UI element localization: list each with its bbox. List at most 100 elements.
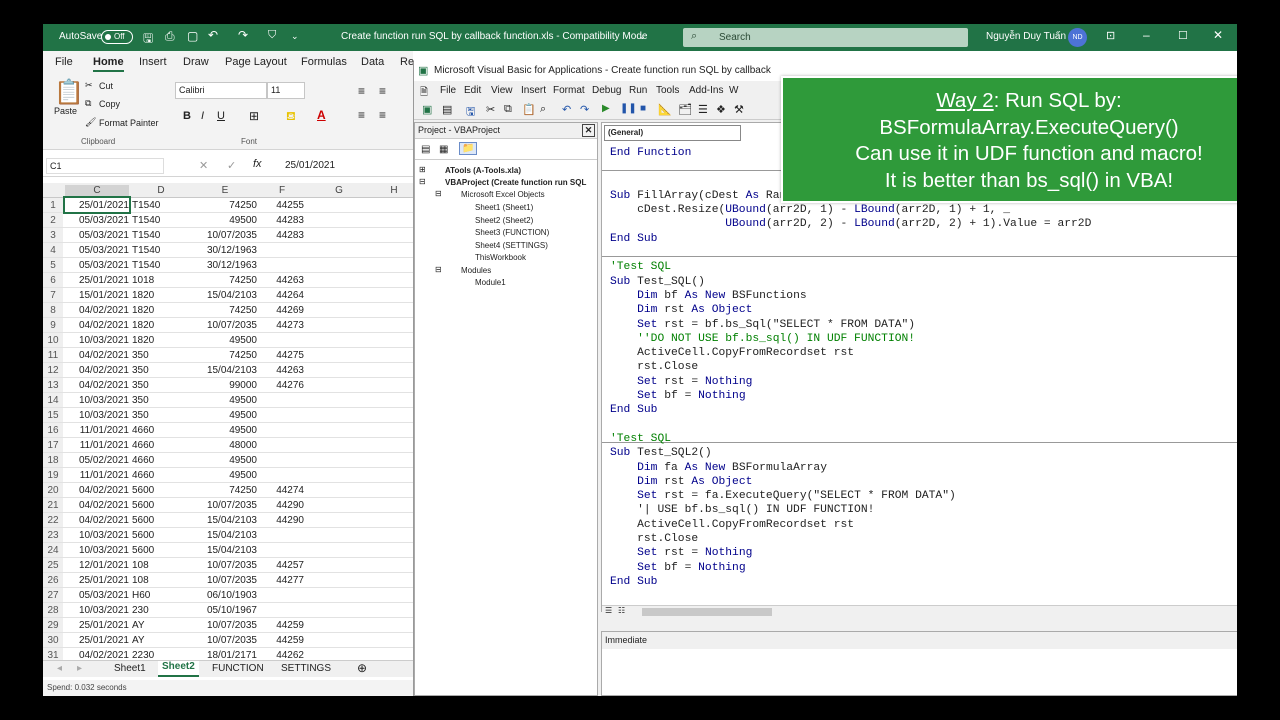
- insert-module-icon[interactable]: ▤: [442, 103, 452, 116]
- full-module-view-icon[interactable]: ☷: [618, 606, 625, 615]
- scrollbar-thumb[interactable]: [642, 608, 772, 616]
- bold-icon[interactable]: B: [183, 110, 191, 122]
- underline-icon[interactable]: U: [217, 110, 225, 122]
- cell-c[interactable]: 05/03/2021: [65, 260, 129, 271]
- sheet-tab-function[interactable]: FUNCTION: [212, 663, 264, 674]
- cell-d[interactable]: 5600: [132, 500, 190, 511]
- tree-item-atools[interactable]: ATools (A-Tools.xla): [445, 166, 521, 175]
- cancel-icon[interactable]: ✕: [199, 159, 208, 172]
- tree-collapse-modules-icon[interactable]: ⊟: [435, 265, 442, 274]
- row-number[interactable]: 13: [43, 378, 63, 392]
- paste-vba-icon[interactable]: 📋: [522, 103, 536, 116]
- menu-window[interactable]: W: [729, 85, 738, 96]
- cell-d[interactable]: H60: [132, 590, 190, 601]
- tree-item-sheet3[interactable]: Sheet3 (FUNCTION): [475, 228, 549, 237]
- cell-c[interactable]: 10/03/2021: [65, 605, 129, 616]
- cell-e[interactable]: 10/07/2035: [193, 620, 257, 631]
- redo-vba-icon[interactable]: ↷: [580, 103, 589, 116]
- cell-f[interactable]: 44276: [260, 380, 304, 391]
- column-header-f[interactable]: F: [260, 185, 304, 196]
- customize-icon[interactable]: ⌄: [291, 31, 299, 42]
- cell-e[interactable]: 74250: [193, 485, 257, 496]
- row-number[interactable]: 2: [43, 213, 63, 227]
- name-box[interactable]: C1: [46, 158, 164, 174]
- copy-vba-icon[interactable]: ⧉: [504, 103, 512, 116]
- cell-f[interactable]: 44290: [260, 500, 304, 511]
- tree-expand-atools-icon[interactable]: ⊞: [419, 165, 426, 174]
- format-painter-button[interactable]: Format Painter: [99, 118, 159, 128]
- cell-c[interactable]: 12/01/2021: [65, 560, 129, 571]
- tree-item-sheet1[interactable]: Sheet1 (Sheet1): [475, 203, 533, 212]
- cell-c[interactable]: 25/01/2021: [63, 196, 131, 214]
- insert-function-icon[interactable]: fx: [253, 158, 262, 170]
- restore-icon[interactable]: ☐: [1178, 29, 1188, 42]
- cell-c[interactable]: 10/03/2021: [65, 545, 129, 556]
- cell-c[interactable]: 04/02/2021: [65, 380, 129, 391]
- cell-e[interactable]: 30/12/1963: [193, 245, 257, 256]
- cell-e[interactable]: 10/07/2035: [193, 575, 257, 586]
- view-code-icon[interactable]: ▤: [421, 144, 430, 155]
- tab-draw[interactable]: Draw: [183, 56, 209, 68]
- font-color-icon[interactable]: A: [317, 108, 326, 122]
- cell-c[interactable]: 04/02/2021: [65, 320, 129, 331]
- toolbox-icon[interactable]: ⚒: [734, 103, 744, 116]
- cell-d[interactable]: T1540: [132, 230, 190, 241]
- immediate-window[interactable]: Immediate: [601, 631, 1237, 696]
- column-header-g[interactable]: G: [307, 185, 371, 196]
- row-number[interactable]: 19: [43, 468, 63, 482]
- cell-e[interactable]: 15/04/2103: [193, 365, 257, 376]
- preview-icon[interactable]: ▢: [187, 29, 198, 43]
- cell-e[interactable]: 49500: [193, 395, 257, 406]
- cut-button[interactable]: Cut: [99, 81, 113, 91]
- cell-c[interactable]: 10/03/2021: [65, 410, 129, 421]
- menu-view[interactable]: View: [491, 85, 513, 96]
- undo-vba-icon[interactable]: ↶: [562, 103, 571, 116]
- format-painter-icon[interactable]: 🖌: [85, 117, 96, 128]
- row-number[interactable]: 18: [43, 453, 63, 467]
- cell-c[interactable]: 10/03/2021: [65, 335, 129, 346]
- row-number[interactable]: 12: [43, 363, 63, 377]
- cell-d[interactable]: T1540: [132, 260, 190, 271]
- cell-c[interactable]: 04/02/2021: [65, 365, 129, 376]
- tree-item-module1[interactable]: Module1: [475, 278, 506, 287]
- cell-e[interactable]: 49500: [193, 470, 257, 481]
- autosave-toggle[interactable]: Off: [101, 30, 133, 44]
- cell-e[interactable]: 10/07/2035: [193, 230, 257, 241]
- cell-f[interactable]: 44290: [260, 515, 304, 526]
- cell-e[interactable]: 74250: [193, 275, 257, 286]
- cell-f[interactable]: 44263: [260, 275, 304, 286]
- undo-icon[interactable]: ↶: [208, 28, 218, 42]
- cell-e[interactable]: 05/10/1967: [193, 605, 257, 616]
- cell-e[interactable]: 10/07/2035: [193, 500, 257, 511]
- cell-d[interactable]: 4660: [132, 440, 190, 451]
- cell-c[interactable]: 25/01/2021: [65, 575, 129, 586]
- cell-d[interactable]: 1820: [132, 335, 190, 346]
- cell-f[interactable]: 44273: [260, 320, 304, 331]
- object-dropdown[interactable]: (General): [604, 125, 741, 141]
- row-number[interactable]: 20: [43, 483, 63, 497]
- print-icon[interactable]: ⎙: [165, 29, 175, 44]
- next-sheet-icon[interactable]: ▸: [77, 663, 82, 674]
- cell-d[interactable]: 5600: [132, 545, 190, 556]
- cell-f[interactable]: 44269: [260, 305, 304, 316]
- row-number[interactable]: 1: [43, 198, 63, 212]
- save-icon[interactable]: 🖫: [143, 29, 153, 50]
- cell-c[interactable]: 05/03/2021: [65, 590, 129, 601]
- menu-format[interactable]: Format: [553, 85, 585, 96]
- cell-c[interactable]: 04/02/2021: [65, 485, 129, 496]
- save-vba-icon[interactable]: 🖫: [466, 103, 475, 122]
- cell-d[interactable]: 350: [132, 350, 190, 361]
- cell-e[interactable]: 10/07/2035: [193, 560, 257, 571]
- tab-home[interactable]: Home: [93, 56, 124, 72]
- cell-f[interactable]: 44259: [260, 620, 304, 631]
- cell-d[interactable]: 350: [132, 410, 190, 421]
- cut-icon[interactable]: ✂: [85, 80, 93, 91]
- enter-icon[interactable]: ✓: [227, 159, 236, 172]
- menu-insert[interactable]: Insert: [521, 85, 546, 96]
- align-left-icon[interactable]: ≡: [358, 108, 365, 122]
- cell-c[interactable]: 05/03/2021: [65, 215, 129, 226]
- column-header-c[interactable]: C: [65, 185, 129, 196]
- tab-data[interactable]: Data: [361, 56, 384, 68]
- tab-formulas[interactable]: Formulas: [301, 56, 347, 68]
- column-header-h[interactable]: H: [374, 185, 414, 196]
